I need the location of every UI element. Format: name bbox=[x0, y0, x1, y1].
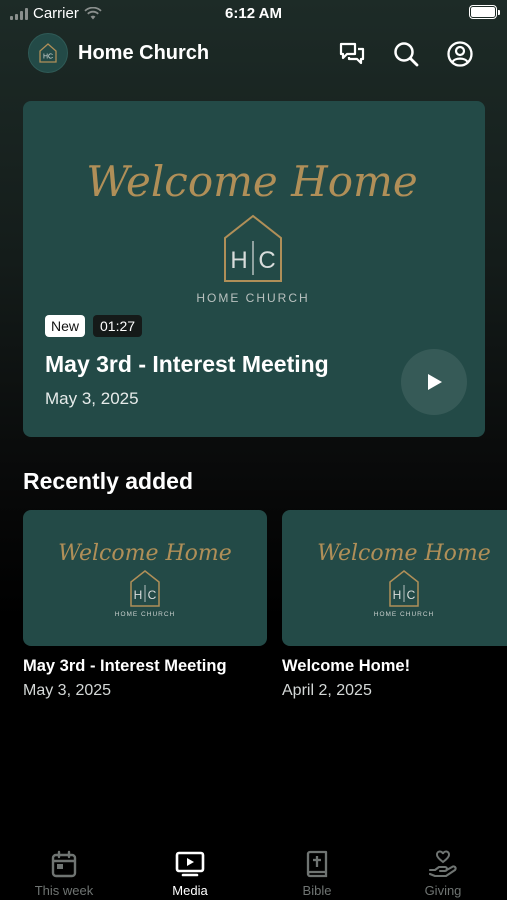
church-logo[interactable]: HC bbox=[28, 33, 68, 73]
svg-text:Welcome Home: Welcome Home bbox=[317, 541, 491, 566]
play-icon bbox=[428, 374, 442, 390]
tab-this-week[interactable]: This week bbox=[1, 848, 127, 898]
welcome-home-artwork: Welcome Home H C HOME CHURCH bbox=[86, 157, 417, 305]
bible-icon bbox=[306, 850, 328, 878]
giving-hand-icon bbox=[428, 850, 457, 878]
svg-text:HOME CHURCH: HOME CHURCH bbox=[374, 611, 434, 618]
svg-text:Welcome Home: Welcome Home bbox=[86, 157, 417, 206]
media-card[interactable]: Welcome Home H C HOME CHURCH May 3rd - I… bbox=[23, 510, 267, 700]
media-thumbnail: Welcome Home H C HOME CHURCH bbox=[23, 510, 267, 646]
tab-label: Giving bbox=[424, 883, 462, 898]
new-badge: New bbox=[45, 315, 86, 337]
svg-text:Welcome Home: Welcome Home bbox=[58, 541, 232, 566]
svg-text:HOME CHURCH: HOME CHURCH bbox=[115, 611, 175, 618]
title-fade bbox=[237, 656, 267, 680]
featured-media-card[interactable]: Welcome Home H C HOME CHURCH New 01:27 M… bbox=[23, 101, 485, 437]
app-title: Home Church bbox=[78, 42, 210, 64]
status-bar: Carrier 6:12 AM bbox=[0, 0, 507, 28]
svg-text:C: C bbox=[148, 588, 157, 602]
status-right bbox=[469, 5, 500, 19]
media-thumbnail: Welcome Home H C HOME CHURCH bbox=[282, 510, 507, 646]
tab-media[interactable]: Media bbox=[127, 848, 253, 898]
svg-text:H: H bbox=[393, 588, 402, 602]
tab-bar: This week Media Bible Giving bbox=[0, 840, 507, 900]
svg-text:C: C bbox=[258, 247, 275, 274]
tab-label: This week bbox=[34, 883, 94, 898]
media-card-date: May 3, 2025 bbox=[23, 682, 112, 699]
hero-badges: New 01:27 bbox=[45, 315, 143, 337]
svg-text:H: H bbox=[134, 588, 143, 602]
tv-play-icon bbox=[175, 851, 205, 877]
svg-text:H: H bbox=[230, 247, 247, 274]
hero-title: May 3rd - Interest Meeting bbox=[45, 351, 329, 377]
svg-text:C: C bbox=[407, 588, 416, 602]
svg-text:HOME CHURCH: HOME CHURCH bbox=[196, 291, 309, 305]
calendar-icon bbox=[51, 850, 77, 878]
tab-bible[interactable]: Bible bbox=[254, 848, 380, 898]
media-card-title: Welcome Home! bbox=[282, 657, 411, 675]
status-time: 6:12 AM bbox=[225, 5, 282, 22]
chat-icon[interactable] bbox=[338, 40, 366, 68]
duration-badge: 01:27 bbox=[93, 315, 143, 337]
welcome-home-artwork: Welcome Home H C HOME CHURCH bbox=[58, 541, 232, 618]
media-card-date: April 2, 2025 bbox=[282, 682, 372, 699]
svg-text:HC: HC bbox=[43, 54, 53, 61]
welcome-home-artwork: Welcome Home H C HOME CHURCH bbox=[317, 541, 491, 618]
play-button[interactable] bbox=[401, 349, 467, 415]
media-card[interactable]: Welcome Home H C HOME CHURCH Welcome Hom… bbox=[282, 510, 507, 700]
media-card-title: May 3rd - Interest Meeting bbox=[23, 657, 227, 675]
search-icon[interactable] bbox=[392, 40, 420, 68]
tab-label: Media bbox=[172, 883, 208, 898]
tab-label: Bible bbox=[302, 883, 332, 898]
logo-house-icon: HC bbox=[39, 43, 57, 63]
tab-giving[interactable]: Giving bbox=[380, 848, 506, 898]
profile-icon[interactable] bbox=[446, 40, 474, 68]
hero-date: May 3, 2025 bbox=[45, 389, 139, 408]
battery-icon bbox=[469, 5, 500, 19]
recently-added-heading: Recently added bbox=[23, 468, 193, 494]
app-header: HC Home Church bbox=[0, 32, 507, 74]
